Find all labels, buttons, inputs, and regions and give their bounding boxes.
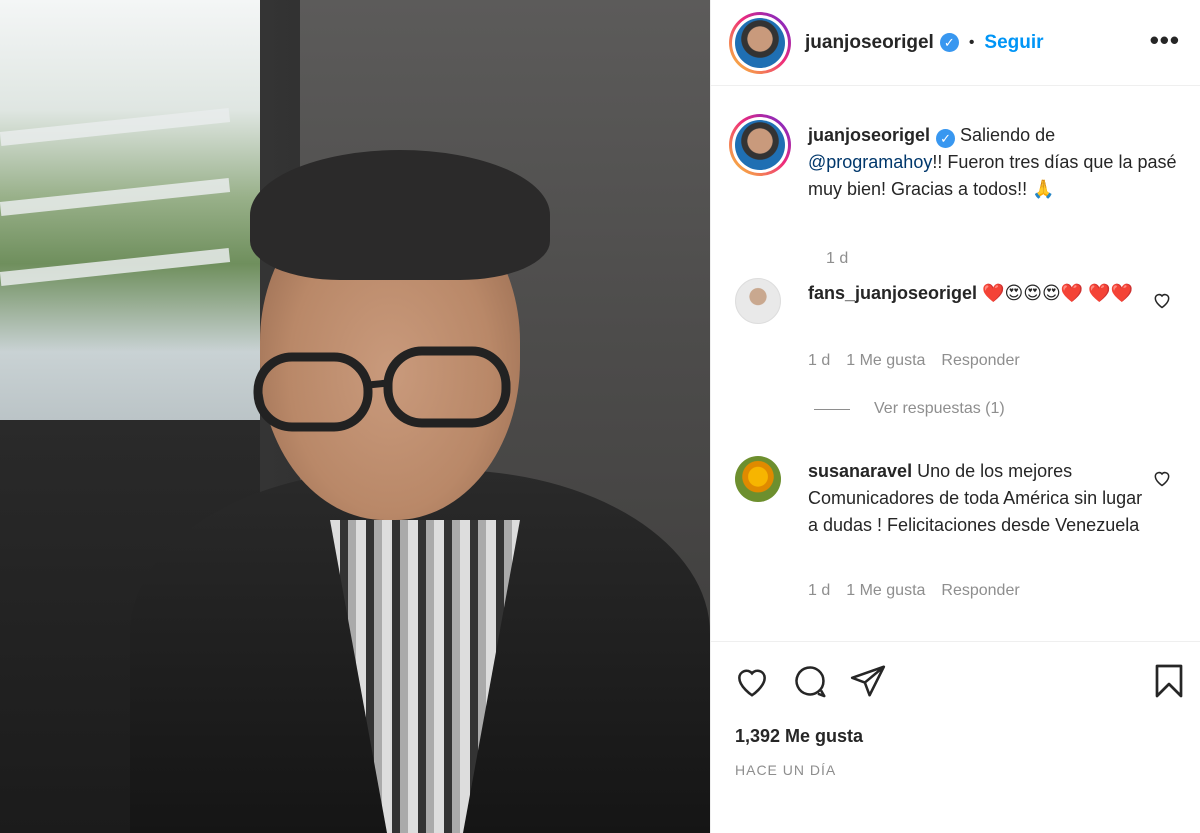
commenter-avatar[interactable]: [735, 278, 781, 324]
comment-like-icon[interactable]: [1152, 468, 1172, 488]
caption-body-start: Saliendo de: [955, 125, 1056, 145]
reply-button[interactable]: Responder: [941, 352, 1019, 370]
share-icon[interactable]: [849, 662, 887, 700]
view-replies-label: Ver respuestas (1): [874, 400, 1005, 417]
verified-badge-icon: ✓: [936, 129, 956, 148]
comment-actions: 1 d 1 Me gusta Responder: [808, 352, 1020, 370]
heart-icon[interactable]: [733, 662, 771, 700]
commenter-avatar[interactable]: [735, 456, 781, 502]
view-replies-button[interactable]: Ver respuestas (1): [814, 400, 1005, 418]
comment-text: fans_juanjoseorigel ❤️😍😍😍❤️ ❤️❤️: [808, 280, 1148, 307]
comment-time[interactable]: 1 d: [808, 352, 830, 370]
comment-icon[interactable]: [791, 662, 829, 700]
comment-time[interactable]: 1 d: [808, 582, 830, 600]
reply-button[interactable]: Responder: [941, 582, 1019, 600]
more-options-icon[interactable]: •••: [1150, 27, 1180, 53]
post-header: juanjoseorigel ✓ • Seguir •••: [711, 0, 1200, 86]
replies-line: [814, 408, 850, 410]
avatar[interactable]: [729, 11, 791, 74]
caption-avatar[interactable]: [729, 114, 791, 176]
comment-text: susanaravel Uno de los mejores Comunicad…: [808, 458, 1148, 539]
post-photo[interactable]: [0, 0, 710, 833]
caption-username[interactable]: juanjoseorigel: [808, 125, 930, 145]
comments-list[interactable]: juanjoseorigel ✓ Saliendo de @programahoy…: [711, 86, 1200, 641]
separator-dot: •: [968, 33, 975, 51]
car-window: [0, 0, 260, 440]
glasses: [253, 346, 511, 432]
likes-count[interactable]: 1,392 Me gusta: [735, 726, 863, 747]
comment-username[interactable]: susanaravel: [808, 461, 912, 481]
comment-likes[interactable]: 1 Me gusta: [846, 582, 925, 600]
bookmark-icon[interactable]: [1151, 662, 1187, 700]
action-bar: [733, 662, 1185, 702]
hair: [250, 150, 550, 280]
post-footer: 1,392 Me gusta HACE UN DÍA: [711, 641, 1200, 833]
post-side-panel: juanjoseorigel ✓ • Seguir ••• juanjoseor…: [710, 0, 1200, 833]
comment-username[interactable]: fans_juanjoseorigel: [808, 283, 977, 303]
header-username[interactable]: juanjoseorigel: [805, 32, 934, 54]
caption-time[interactable]: 1 d: [826, 250, 848, 268]
comment-actions: 1 d 1 Me gusta Responder: [808, 582, 1020, 600]
comment-likes[interactable]: 1 Me gusta: [846, 352, 925, 370]
comment-body: ❤️😍😍😍❤️ ❤️❤️: [977, 283, 1134, 303]
caption-mention[interactable]: @programahoy: [808, 152, 932, 172]
comment-like-icon[interactable]: [1152, 290, 1172, 310]
follow-button[interactable]: Seguir: [984, 32, 1043, 54]
verified-badge-icon: ✓: [939, 33, 959, 52]
caption-text: juanjoseorigel ✓ Saliendo de @programahoy…: [808, 122, 1188, 203]
post-timestamp[interactable]: HACE UN DÍA: [735, 762, 836, 778]
